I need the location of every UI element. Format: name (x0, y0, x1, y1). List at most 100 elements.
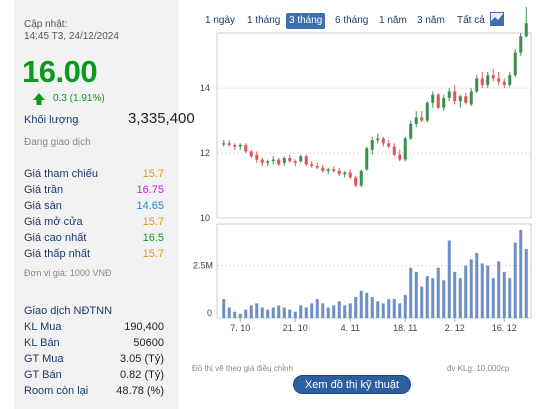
volume-bar (425, 276, 429, 318)
price-pane (216, 32, 532, 219)
candle-body (260, 159, 264, 163)
view-technical-chart-button[interactable]: Xem đồ thị kỹ thuật (293, 375, 411, 394)
candle-body (398, 154, 402, 160)
volume-bar (497, 261, 501, 318)
volume-bar (513, 242, 517, 318)
candle-body (249, 151, 253, 157)
candle-body (370, 140, 374, 150)
volume-bar (502, 271, 506, 318)
volume-bar (469, 259, 473, 318)
volume-bar (343, 305, 347, 318)
candle-body (381, 138, 385, 144)
candle-body (491, 75, 495, 79)
candle-body (222, 143, 226, 145)
price-tick-label: 10 (200, 213, 210, 223)
candle-body (277, 159, 281, 165)
candle-body (409, 123, 413, 139)
candle-body (293, 161, 297, 163)
volume-bar (442, 280, 446, 318)
candle-body (233, 144, 237, 147)
x-tick-label: 7. 10 (230, 323, 250, 333)
volume-bar (348, 303, 352, 318)
candle-body (387, 143, 391, 147)
volume-unit-note: đv KLg: 10,000cp (447, 364, 510, 373)
candle-body (343, 172, 347, 175)
candle-body (332, 169, 336, 171)
volume-bar (354, 297, 358, 318)
volume-bar (271, 307, 275, 318)
candle-body (310, 164, 314, 167)
candle-body (508, 75, 512, 85)
volume-bar (409, 267, 413, 318)
volume-bar (326, 307, 330, 318)
volume-bar (288, 309, 292, 318)
volume-bar (299, 305, 303, 318)
candle-body (244, 144, 248, 152)
volume-bar (519, 230, 523, 318)
candle-body (453, 91, 457, 102)
volume-bar (266, 309, 270, 318)
candle-body (321, 167, 325, 171)
candle-body (255, 154, 259, 160)
adjusted-price-note: Đồ thị vẽ theo giá điều chỉnh (192, 364, 293, 373)
volume-bar (260, 307, 264, 318)
candle-body (271, 159, 275, 162)
volume-bar (249, 305, 253, 318)
candle-body (475, 78, 479, 92)
volume-bar (436, 267, 440, 318)
candle-body (227, 143, 231, 145)
candle-body (238, 144, 242, 147)
x-tick-label: 16. 12 (492, 323, 517, 333)
candle-body (519, 36, 523, 53)
candle-body (480, 78, 484, 85)
volume-bar (453, 271, 457, 318)
volume-bar (414, 271, 418, 318)
candle-body (266, 161, 270, 163)
volume-bar (337, 301, 341, 318)
volume-bar (524, 248, 528, 318)
candle-body (326, 169, 330, 171)
volume-bar (508, 278, 512, 318)
candle-body (288, 157, 292, 162)
volume-bar (321, 303, 325, 318)
volume-bar (458, 278, 462, 318)
candle-body (469, 91, 473, 105)
volume-bar (315, 299, 319, 318)
candle-body (497, 78, 501, 82)
candle-body (376, 138, 380, 141)
volume-bar (222, 299, 226, 318)
volume-bar (491, 278, 495, 318)
candle-body (299, 156, 303, 162)
candle-body (431, 94, 435, 103)
volume-bar (244, 309, 248, 318)
candle-body (442, 97, 446, 108)
candle-body (502, 81, 506, 85)
volume-bar (233, 311, 237, 318)
candle-body (436, 94, 440, 108)
x-tick-label: 18. 11 (393, 323, 417, 333)
volume-bar (431, 278, 435, 318)
volume-bar (420, 286, 424, 318)
volume-bar (464, 265, 468, 318)
volume-bar (392, 299, 396, 318)
volume-bar (486, 265, 490, 318)
candle-body (315, 166, 319, 168)
volume-bar (227, 307, 231, 318)
volume-tick-label: 0 (207, 308, 212, 318)
x-tick-label: 4. 11 (341, 323, 360, 333)
candle-body (354, 177, 358, 186)
volume-bar (255, 303, 259, 318)
volume-bar (277, 305, 281, 318)
volume-bar (475, 253, 479, 318)
volume-bar (238, 313, 242, 318)
candle-body (337, 170, 341, 175)
candle-body (420, 117, 424, 121)
candle-body (365, 148, 369, 170)
volume-bar (293, 311, 297, 318)
candle-body (282, 157, 286, 163)
volume-pane (216, 223, 532, 319)
volume-bar (310, 303, 314, 318)
candle-body (359, 170, 363, 186)
volume-bar (332, 305, 336, 318)
volume-bar (304, 307, 308, 318)
